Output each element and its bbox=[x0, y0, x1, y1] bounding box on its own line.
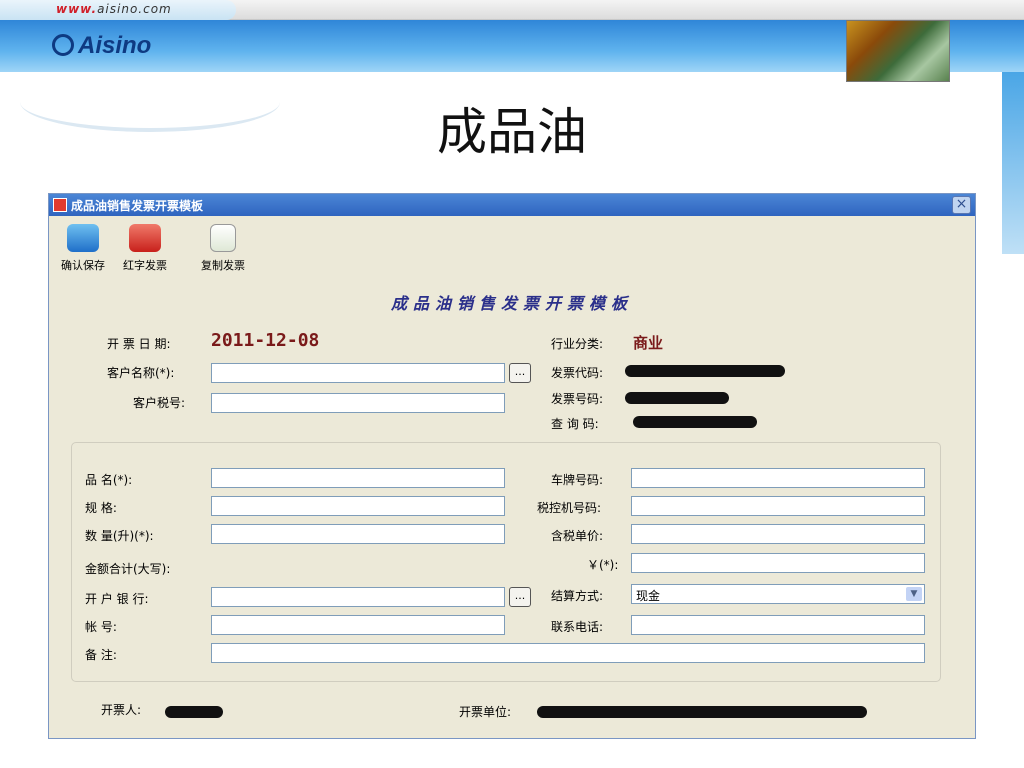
remark-label: 备 注: bbox=[85, 648, 117, 662]
form-title: 成品油销售发票开票模板 bbox=[390, 294, 633, 313]
spec-label: 规 格: bbox=[85, 501, 117, 515]
customer-name-label: 客户名称(*): bbox=[107, 366, 175, 380]
customer-tax-label: 客户税号: bbox=[133, 396, 186, 410]
customer-name-input[interactable] bbox=[211, 363, 505, 383]
red-invoice-icon bbox=[129, 224, 161, 252]
industry-value: 商业 bbox=[633, 334, 664, 352]
tax-machine-label: 税控机号码: bbox=[537, 501, 602, 515]
copy-invoice-icon bbox=[210, 224, 236, 252]
account-input[interactable] bbox=[211, 615, 505, 635]
unit-price-label: 含税单价: bbox=[551, 529, 604, 543]
issuer-unit-label: 开票单位: bbox=[459, 705, 512, 719]
query-code-label: 查 询 码: bbox=[551, 417, 599, 431]
customer-browse-button[interactable]: ... bbox=[509, 363, 531, 383]
bank-label: 开 户 银 行: bbox=[85, 592, 149, 606]
phone-input[interactable] bbox=[631, 615, 925, 635]
logo-mark-icon bbox=[52, 34, 74, 56]
page-title: 成品油 bbox=[437, 103, 587, 161]
bank-input[interactable] bbox=[211, 587, 505, 607]
yuan-amount-input[interactable] bbox=[631, 553, 925, 573]
red-invoice-button[interactable]: 红字发票 bbox=[115, 220, 175, 272]
close-button[interactable]: × bbox=[952, 196, 971, 214]
chevron-down-icon[interactable]: ▼ bbox=[906, 587, 922, 601]
bank-browse-button[interactable]: ... bbox=[509, 587, 531, 607]
product-name-label: 品 名(*): bbox=[85, 473, 133, 487]
date-label: 开 票 日 期: bbox=[107, 337, 171, 351]
product-name-input[interactable] bbox=[211, 468, 505, 488]
copy-invoice-button[interactable]: 复制发票 bbox=[193, 220, 253, 272]
quantity-label: 数 量(升)(*): bbox=[85, 529, 154, 543]
account-label: 帐 号: bbox=[85, 620, 117, 634]
confirm-save-button[interactable]: 确认保存 bbox=[53, 220, 113, 272]
invoice-number-redacted bbox=[625, 392, 729, 404]
settlement-select[interactable]: 现金 ▼ bbox=[631, 584, 925, 604]
phone-label: 联系电话: bbox=[551, 620, 604, 634]
site-url: www.aisino.com bbox=[56, 2, 172, 16]
quantity-input[interactable] bbox=[211, 524, 505, 544]
invoice-number-label: 发票号码: bbox=[551, 392, 604, 406]
aisino-logo: Aisino bbox=[52, 32, 151, 60]
save-icon bbox=[67, 224, 99, 252]
issuer-redacted bbox=[165, 706, 223, 718]
toolbar: 确认保存 红字发票 复制发票 bbox=[53, 220, 293, 272]
window-title: 成品油销售发票开票模板 bbox=[71, 199, 204, 213]
customer-tax-input[interactable] bbox=[211, 393, 505, 413]
plate-label: 车牌号码: bbox=[551, 473, 604, 487]
url-tab: www.aisino.com bbox=[0, 0, 236, 20]
query-code-redacted bbox=[633, 416, 757, 428]
tax-machine-input[interactable] bbox=[631, 496, 925, 516]
yuan-label: ￥(*): bbox=[587, 558, 619, 572]
invoice-window: 成品油销售发票开票模板 × 确认保存 红字发票 复制发票 成品油销售发票开票模板… bbox=[48, 193, 976, 739]
amount-words-label: 金额合计(大写): bbox=[85, 562, 171, 576]
settlement-label: 结算方式: bbox=[551, 589, 604, 603]
window-titlebar: 成品油销售发票开票模板 × bbox=[49, 194, 975, 216]
industry-label: 行业分类: bbox=[551, 337, 604, 351]
plate-input[interactable] bbox=[631, 468, 925, 488]
issuer-label: 开票人: bbox=[101, 703, 142, 717]
spec-input[interactable] bbox=[211, 496, 505, 516]
header-photo bbox=[846, 20, 950, 82]
remark-input[interactable] bbox=[211, 643, 925, 663]
issuer-unit-redacted bbox=[537, 706, 867, 718]
invoice-date: 2011-12-08 bbox=[211, 330, 320, 351]
unit-price-input[interactable] bbox=[631, 524, 925, 544]
invoice-code-label: 发票代码: bbox=[551, 366, 604, 380]
settlement-value: 现金 bbox=[636, 589, 661, 603]
invoice-code-redacted bbox=[625, 365, 785, 377]
app-icon bbox=[53, 198, 67, 212]
